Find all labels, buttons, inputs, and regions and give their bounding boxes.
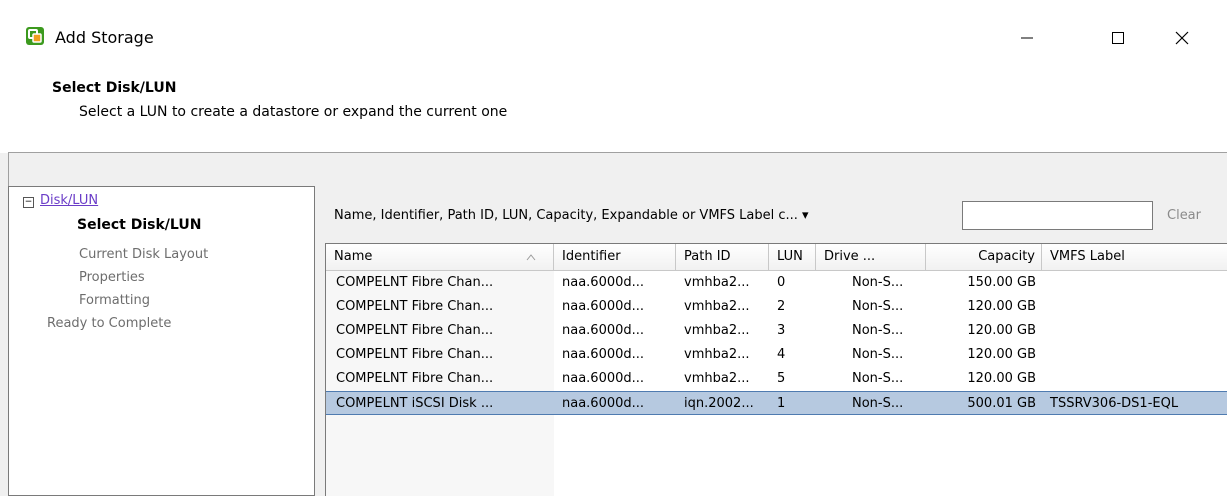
column-header-label: Name <box>334 249 373 264</box>
nav-step-formatting: Formatting <box>79 293 151 308</box>
cell-identifier: naa.6000d... <box>562 347 645 362</box>
page-title: Select Disk/LUN <box>52 80 177 96</box>
table-row-selected[interactable]: COMPELNT iSCSI Disk ... naa.6000d... iqn… <box>326 391 1227 415</box>
cell-vmfs-label <box>1042 343 1227 367</box>
cell-lun: 1 <box>777 396 786 411</box>
close-icon <box>1175 31 1189 45</box>
vsphere-app-icon <box>26 27 44 45</box>
nav-step-select-disk-lun: Select Disk/LUN <box>77 217 202 233</box>
cell-capacity: 150.00 GB <box>967 275 1036 290</box>
cell-path-id: vmhba2... <box>684 347 750 362</box>
cell-path-id: iqn.2002... <box>684 396 754 411</box>
maximize-icon <box>1112 32 1124 44</box>
cell-vmfs-label <box>1042 367 1227 391</box>
cell-vmfs-label <box>1042 271 1227 295</box>
cell-drive-type: Non-S... <box>852 371 904 386</box>
nav-step-current-disk-layout: Current Disk Layout <box>79 247 209 262</box>
cell-path-id: vmhba2... <box>684 299 750 314</box>
table-row[interactable]: COMPELNT Fibre Chan... naa.6000d... vmhb… <box>326 319 1227 343</box>
cell-lun: 0 <box>777 275 786 290</box>
cell-lun: 3 <box>777 323 786 338</box>
cell-drive-type: Non-S... <box>852 396 904 411</box>
cell-identifier: naa.6000d... <box>562 323 645 338</box>
nav-step-ready-to-complete: Ready to Complete <box>47 316 172 331</box>
close-button[interactable] <box>1159 18 1205 58</box>
cell-identifier: naa.6000d... <box>562 396 645 411</box>
cell-drive-type: Non-S... <box>852 299 904 314</box>
nav-step-properties: Properties <box>79 270 145 285</box>
cell-lun: 5 <box>777 371 786 386</box>
minimize-button[interactable] <box>1004 18 1050 58</box>
maximize-button[interactable] <box>1095 18 1141 58</box>
collapse-icon[interactable]: − <box>23 197 34 208</box>
cell-path-id: vmhba2... <box>684 371 750 386</box>
lun-table: Name Identifier Path ID LUN Drive ... Ca… <box>325 243 1227 496</box>
cell-vmfs-label <box>1042 295 1227 319</box>
cell-capacity: 120.00 GB <box>967 371 1036 386</box>
column-header-identifier[interactable]: Identifier <box>554 244 676 270</box>
cell-capacity: 120.00 GB <box>967 299 1036 314</box>
cell-vmfs-label <box>1042 319 1227 343</box>
cell-name: COMPELNT Fibre Chan... <box>336 347 494 362</box>
page-subtitle: Select a LUN to create a datastore or ex… <box>79 104 508 120</box>
cell-lun: 4 <box>777 347 786 362</box>
table-header: Name Identifier Path ID LUN Drive ... Ca… <box>326 244 1227 271</box>
column-header-lun[interactable]: LUN <box>769 244 816 270</box>
table-row[interactable]: COMPELNT Fibre Chan... naa.6000d... vmhb… <box>326 367 1227 391</box>
column-header-name[interactable]: Name <box>326 244 554 270</box>
cell-path-id: vmhba2... <box>684 323 750 338</box>
table-row[interactable]: COMPELNT Fibre Chan... naa.6000d... vmhb… <box>326 343 1227 367</box>
column-header-vmfs-label[interactable]: VMFS Label <box>1042 244 1227 270</box>
nav-step-disk-lun[interactable]: Disk/LUN <box>40 193 98 208</box>
filter-field-dropdown[interactable]: Name, Identifier, Path ID, LUN, Capacity… <box>334 208 809 223</box>
column-header-capacity[interactable]: Capacity <box>926 244 1042 270</box>
cell-identifier: naa.6000d... <box>562 275 645 290</box>
cell-name: COMPELNT iSCSI Disk ... <box>336 396 494 411</box>
cell-name: COMPELNT Fibre Chan... <box>336 323 494 338</box>
minimize-icon <box>1021 37 1033 39</box>
cell-capacity: 120.00 GB <box>967 347 1036 362</box>
table-row[interactable]: COMPELNT Fibre Chan... naa.6000d... vmhb… <box>326 271 1227 295</box>
cell-vmfs-label: TSSRV306-DS1-EQL <box>1050 396 1179 411</box>
cell-capacity: 120.00 GB <box>967 323 1036 338</box>
window-title: Add Storage <box>55 28 154 47</box>
cell-drive-type: Non-S... <box>852 323 904 338</box>
cell-drive-type: Non-S... <box>852 275 904 290</box>
cell-capacity: 500.01 GB <box>967 396 1036 411</box>
cell-name: COMPELNT Fibre Chan... <box>336 299 494 314</box>
table-row[interactable]: COMPELNT Fibre Chan... naa.6000d... vmhb… <box>326 295 1227 319</box>
column-header-drive-type[interactable]: Drive ... <box>816 244 926 270</box>
cell-path-id: vmhba2... <box>684 275 750 290</box>
cell-name: COMPELNT Fibre Chan... <box>336 275 494 290</box>
wizard-content: − Disk/LUN Select Disk/LUN Current Disk … <box>0 153 1227 496</box>
title-bar: Add Storage <box>0 0 1227 76</box>
cell-identifier: naa.6000d... <box>562 371 645 386</box>
cell-drive-type: Non-S... <box>852 347 904 362</box>
clear-filter-link[interactable]: Clear <box>1167 208 1201 223</box>
cell-lun: 2 <box>777 299 786 314</box>
column-header-path-id[interactable]: Path ID <box>676 244 769 270</box>
cell-name: COMPELNT Fibre Chan... <box>336 371 494 386</box>
filter-input[interactable] <box>962 201 1153 230</box>
sort-ascending-icon <box>526 254 536 261</box>
wizard-step-tree: − Disk/LUN Select Disk/LUN Current Disk … <box>8 186 315 496</box>
cell-identifier: naa.6000d... <box>562 299 645 314</box>
